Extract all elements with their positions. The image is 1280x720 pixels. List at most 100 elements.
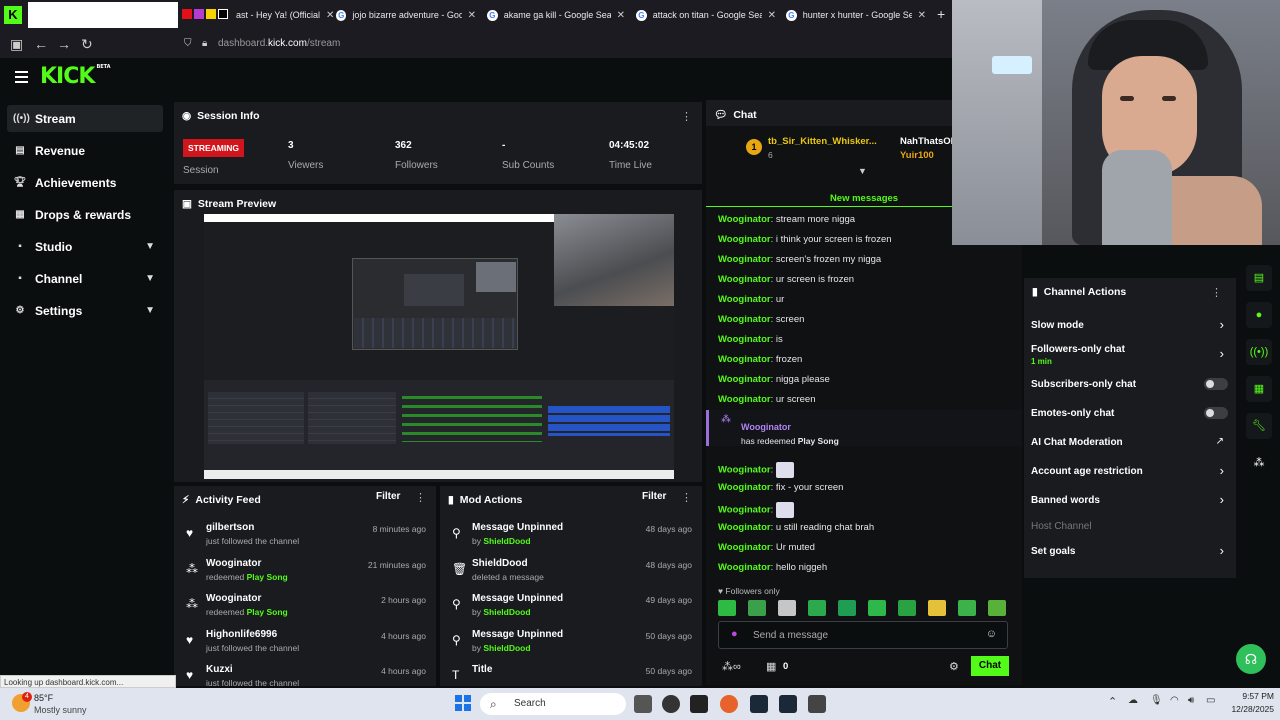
mod-action-row[interactable]: T Title 50 days ago	[440, 662, 702, 686]
chat-message[interactable]: Wooginator: Ur muted	[718, 542, 815, 553]
chat-username[interactable]: Wooginator	[718, 542, 771, 553]
layout-icon[interactable]: ▦	[1246, 376, 1272, 402]
wrench-icon[interactable]: 🔧︎	[1246, 413, 1272, 439]
pinned-user[interactable]: Yuir100	[900, 150, 934, 161]
chat-username[interactable]: Wooginator	[718, 562, 771, 573]
sidebar-item-studio[interactable]: ▪ Studio ▼	[7, 233, 163, 260]
more-options-icon[interactable]: ⋮	[681, 491, 692, 504]
chat-username[interactable]: Wooginator	[718, 294, 771, 305]
clock-date[interactable]: 12/28/2025	[1226, 704, 1274, 714]
windows-start-icon[interactable]	[455, 695, 471, 711]
chat-username[interactable]: Wooginator	[718, 522, 771, 533]
points-infinity-icon[interactable]: ⁂∞	[722, 660, 741, 673]
more-options-icon[interactable]: ⋮	[1211, 286, 1222, 299]
chat-username[interactable]: Wooginator	[718, 234, 771, 245]
pinned-user[interactable]: tb_Sir_Kitten_Whisker...	[768, 136, 877, 147]
more-options-icon[interactable]: ⋮	[681, 110, 692, 123]
emote-icon[interactable]	[718, 600, 736, 616]
taskbar-search[interactable]: ⌕ Search	[480, 693, 626, 715]
chat-username[interactable]: Wooginator	[718, 274, 771, 285]
task-view-icon[interactable]	[634, 695, 652, 713]
chat-message[interactable]: Wooginator: ur screen	[718, 394, 815, 405]
shield-icon[interactable]: ⛉	[184, 38, 192, 49]
capcut-icon[interactable]	[690, 695, 708, 713]
activity-row[interactable]: ⁂ Wooginator redeemed Play Song 21 minutes …	[174, 556, 436, 592]
chat-message[interactable]: Wooginator: i think your screen is froze…	[718, 234, 892, 245]
close-tab-icon[interactable]: ✕	[326, 10, 334, 21]
sidebar-item-stream[interactable]: ((•)) Stream	[7, 105, 163, 132]
chat-username[interactable]: Wooginator	[718, 465, 771, 476]
chat-message[interactable]: Wooginator: ur screen is frozen	[718, 274, 854, 285]
lock-icon[interactable]: 🔒︎	[202, 38, 207, 49]
emote-icon[interactable]	[958, 600, 976, 616]
chat-message[interactable]: Wooginator: fix - your screen	[718, 482, 843, 493]
emote-icon[interactable]	[928, 600, 946, 616]
forward-icon[interactable]: →	[57, 36, 71, 52]
chat-message[interactable]: Wooginator: ur	[718, 294, 784, 305]
gift-icon[interactable]: ▦	[766, 660, 776, 673]
chat-message[interactable]: Wooginator: frozen	[718, 354, 802, 365]
back-icon[interactable]: ←	[34, 36, 48, 52]
chat-username[interactable]: Wooginator	[718, 354, 771, 365]
settings-icon[interactable]: ⚙	[949, 660, 959, 673]
chevron-up-icon[interactable]: ⌃	[1108, 695, 1117, 708]
redeem-user[interactable]: Wooginator	[741, 422, 791, 432]
filter-button[interactable]: Filter	[376, 491, 400, 502]
chat-username[interactable]: Wooginator	[718, 334, 771, 345]
mod-action-row[interactable]: ⚲ Message Unpinned by ShieldDood 50 days ag…	[440, 627, 702, 663]
kick-favicon-icon[interactable]: K	[4, 6, 22, 24]
chat-username[interactable]: Wooginator	[718, 394, 771, 405]
chat-message[interactable]: Wooginator:	[718, 502, 794, 518]
url-field[interactable]: dashboard.kick.com/stream	[218, 38, 340, 49]
chat-message[interactable]: Wooginator: is	[718, 334, 783, 345]
activity-row[interactable]: ♥ Kuzxi just followed the channel 4 hours a…	[174, 662, 436, 686]
chat-message[interactable]: Wooginator: nigga please	[718, 374, 830, 385]
sidebar-item-drops[interactable]: ▦ Drops & rewards	[7, 201, 163, 228]
activity-row[interactable]: ⁂ Wooginator redeemed Play Song 2 hours ago	[174, 591, 436, 627]
close-tab-icon[interactable]: ✕	[617, 10, 625, 21]
chat-username[interactable]: Wooginator	[718, 374, 771, 385]
firefox-icon[interactable]	[720, 695, 738, 713]
emote-icon[interactable]	[988, 600, 1006, 616]
close-tab-icon[interactable]: ✕	[768, 10, 776, 21]
blank-tab[interactable]	[28, 2, 178, 28]
emote-icon[interactable]	[838, 600, 856, 616]
activity-row[interactable]: ♥ Highonlife6996 just followed the channel…	[174, 627, 436, 663]
clock-time[interactable]: 9:57 PM	[1226, 691, 1274, 701]
mod-action-row[interactable]: ⚲ Message Unpinned by ShieldDood 49 days ag…	[440, 591, 702, 627]
chat-username[interactable]: Wooginator	[718, 254, 771, 265]
weather-text[interactable]: Mostly sunny	[34, 705, 87, 715]
cloud-icon[interactable]: ☁	[1128, 695, 1138, 706]
chat-message[interactable]: Wooginator:	[718, 462, 794, 478]
broadcast-icon[interactable]: ((•))	[1246, 339, 1272, 365]
mod-action-row[interactable]: ⚲ Message Unpinned by ShieldDood 48 days ag…	[440, 520, 702, 556]
close-tab-icon[interactable]: ✕	[468, 10, 476, 21]
chat-message[interactable]: Wooginator: stream more nigga	[718, 214, 855, 225]
chat-username[interactable]: Wooginator	[718, 314, 771, 325]
vrchat-icon[interactable]	[808, 695, 826, 713]
chat-input[interactable]: ● Send a message ☺	[718, 621, 1008, 649]
chat-username[interactable]: Wooginator	[718, 482, 771, 493]
github-icon[interactable]	[662, 695, 680, 713]
browser-tab[interactable]: G jojo bizarre adventure - Google✕	[336, 4, 476, 26]
points-icon[interactable]: ⁂	[1246, 450, 1272, 476]
activity-row[interactable]: ♥ gilbertson just followed the channel 8 mi…	[174, 520, 436, 556]
chat-message[interactable]: Wooginator: screen's frozen my nigga	[718, 254, 881, 265]
microphone-icon[interactable]: ●	[731, 628, 738, 640]
emotes-only-toggle[interactable]	[1204, 407, 1228, 419]
chat-message[interactable]: Wooginator: hello niggeh	[718, 562, 827, 573]
battery-icon[interactable]: ▭	[1206, 695, 1215, 706]
emote-icon[interactable]	[748, 600, 766, 616]
subscribers-only-toggle[interactable]	[1204, 378, 1228, 390]
emote-icon[interactable]	[778, 600, 796, 616]
stream-preview-video[interactable]	[204, 214, 674, 479]
sidebar-toggle-icon[interactable]: ▣	[10, 36, 23, 53]
close-tab-icon[interactable]: ✕	[918, 10, 926, 21]
emote-icon[interactable]	[868, 600, 886, 616]
steam-icon[interactable]	[779, 695, 797, 713]
filter-button[interactable]: Filter	[642, 491, 666, 502]
pinned-user[interactable]: NahThatsOl	[900, 136, 953, 147]
steam-icon[interactable]	[750, 695, 768, 713]
chat-message[interactable]: Wooginator: u still reading chat brah	[718, 522, 874, 533]
browser-tab[interactable]: G attack on titan - Google Search✕	[636, 4, 776, 26]
